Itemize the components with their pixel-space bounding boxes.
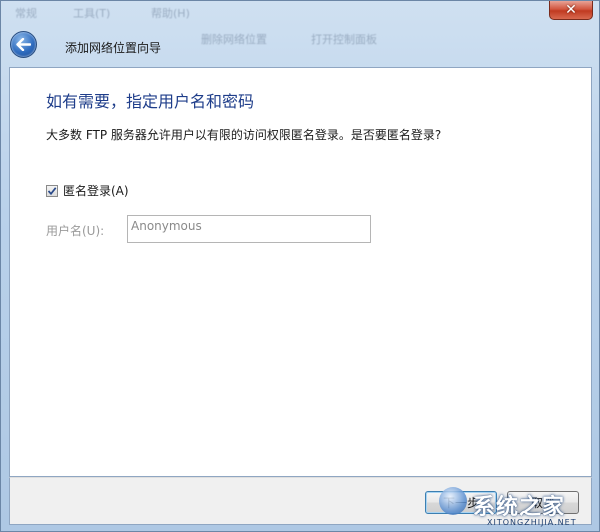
background-title-text: 工具(T) (73, 7, 111, 20)
close-button[interactable]: ✕ (549, 1, 593, 20)
background-title-text: 常规 (15, 7, 37, 20)
username-label: 用户名(U): (46, 224, 105, 238)
wizard-content: 如有需要，指定用户名和密码 大多数 FTP 服务器允许用户以有限的访问权限匿名登… (9, 67, 592, 477)
anonymous-login-label: 匿名登录(A) (63, 184, 129, 198)
anonymous-login-row[interactable]: 匿名登录(A) (46, 182, 129, 199)
close-icon: ✕ (565, 2, 577, 18)
wizard-title: 添加网络位置向导 (65, 41, 162, 55)
wizard-button-bar: 下一步 取消 (9, 477, 592, 525)
anonymous-login-checkbox[interactable] (46, 184, 58, 197)
wizard-window: 常规 工具(T) 帮助(H) 删除网络位置 打开控制面板 ✕ 添加网络位置向导 … (0, 0, 600, 532)
page-heading: 如有需要，指定用户名和密码 (46, 92, 255, 111)
page-description: 大多数 FTP 服务器允许用户以有限的访问权限匿名登录。是否要匿名登录? (46, 128, 442, 142)
back-button[interactable] (10, 31, 37, 58)
wizard-nav-bar: 添加网络位置向导 (1, 27, 599, 65)
checkmark-icon (47, 186, 57, 195)
username-input[interactable] (127, 215, 371, 243)
background-title-text: 帮助(H) (151, 7, 190, 20)
back-arrow-icon (16, 38, 31, 51)
next-button[interactable]: 下一步 (425, 491, 497, 514)
cancel-button[interactable]: 取消 (507, 491, 579, 514)
title-bar: 常规 工具(T) 帮助(H) 删除网络位置 打开控制面板 ✕ (1, 1, 599, 46)
